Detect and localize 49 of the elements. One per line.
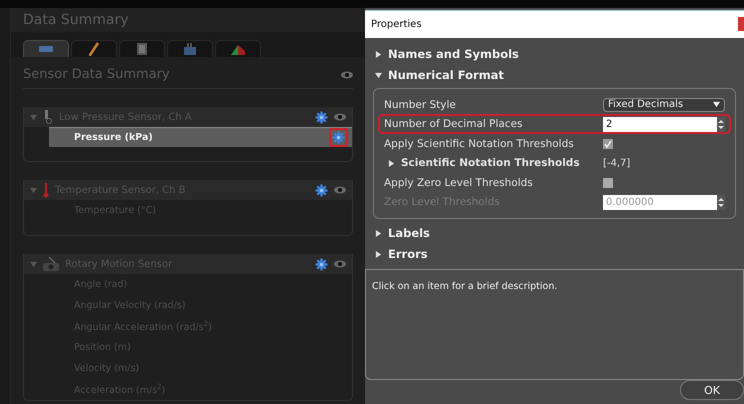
section-label[interactable]: Numerical Format: [388, 68, 504, 82]
tab[interactable]: [167, 40, 213, 57]
disclosure-icon[interactable]: [375, 250, 382, 258]
section-label[interactable]: Names and Symbols: [388, 47, 519, 62]
tab[interactable]: [215, 40, 261, 57]
section-heading: Sensor Data Summary: [23, 67, 170, 82]
checkbox[interactable]: [603, 178, 613, 188]
property-label: Apply Zero Level Thresholds: [384, 176, 534, 188]
probe-icon: [43, 110, 53, 124]
checkbox[interactable]: [603, 138, 613, 148]
ok-button[interactable]: OK: [680, 380, 744, 400]
property-label: Number of Decimal Places: [384, 118, 524, 130]
caret-icon[interactable]: [713, 101, 720, 108]
gear-icon[interactable]: [315, 110, 328, 124]
settings-button[interactable]: [329, 128, 348, 147]
dialog-title: Properties: [370, 18, 422, 30]
graph-icon: [231, 43, 245, 55]
disclosure-icon[interactable]: [388, 160, 395, 166]
measurement-row[interactable]: Pressure (kPa): [49, 127, 352, 147]
pencil-icon: [89, 42, 99, 56]
close-button[interactable]: [738, 17, 744, 32]
eye-icon[interactable]: [334, 113, 346, 121]
property-label: Scientific Notation Thresholds: [401, 157, 581, 169]
disclosure-icon[interactable]: [375, 50, 382, 58]
gear-icon[interactable]: [315, 258, 328, 270]
calculator-icon: [137, 43, 147, 55]
tab[interactable]: [119, 40, 165, 57]
tab[interactable]: [71, 40, 117, 57]
eye-icon[interactable]: [341, 70, 353, 78]
disclosure-icon[interactable]: [375, 230, 382, 237]
dropdown[interactable]: Fixed Decimals: [603, 98, 725, 112]
tab[interactable]: [23, 40, 69, 57]
spinner-arrows-icon[interactable]: [717, 116, 725, 132]
section-label[interactable]: Errors: [388, 247, 428, 262]
device-icon: [184, 43, 196, 55]
sensor-icon: [39, 46, 53, 52]
property-label: Apply Scientific Notation Thresholds: [384, 138, 575, 150]
section-label[interactable]: Labels: [388, 226, 430, 240]
measurement-label: Pressure (kPa): [74, 132, 153, 143]
rotary-sensor-icon: [43, 257, 59, 271]
eye-icon[interactable]: [334, 186, 346, 194]
thermometer-icon: [43, 182, 49, 198]
gear-icon[interactable]: [315, 184, 328, 196]
property-value: [-4,7]: [603, 158, 630, 168]
disclosure-icon[interactable]: [375, 72, 382, 79]
property-label: Number Style: [384, 98, 457, 110]
spin-field[interactable]: 2: [603, 116, 725, 132]
description-text: Click on an item for a brief description.: [372, 280, 558, 292]
eye-icon[interactable]: [334, 260, 346, 268]
